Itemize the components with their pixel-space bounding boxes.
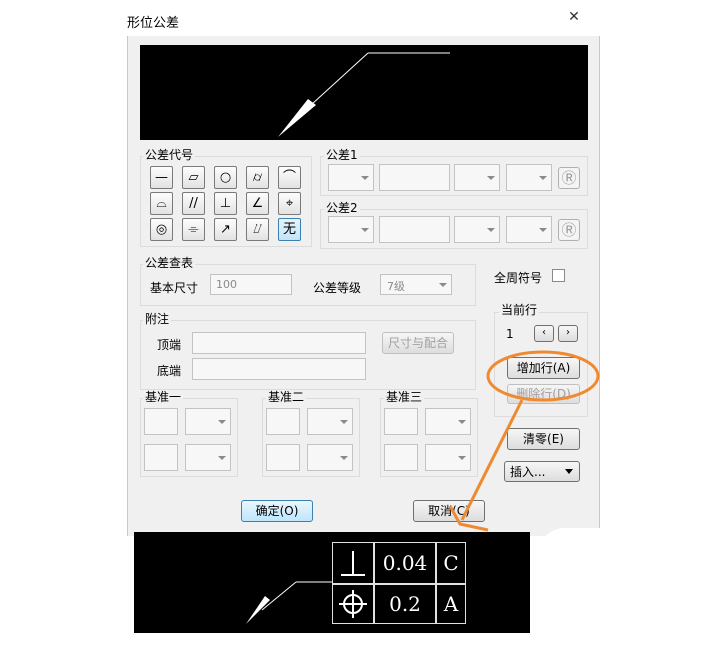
annotation-arrow-shaft <box>460 399 524 521</box>
annotation-arrow-head <box>448 505 489 532</box>
highlight-ellipse <box>486 350 600 402</box>
annotation-overlay <box>448 350 600 532</box>
